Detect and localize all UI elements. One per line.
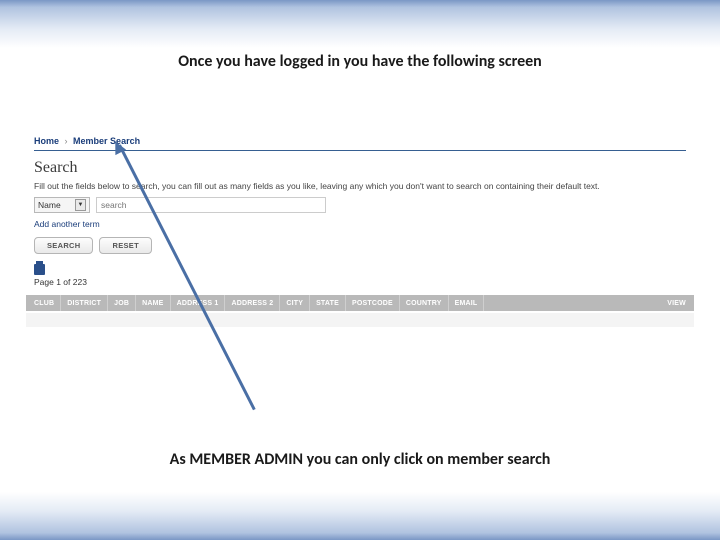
col-state: STATE — [310, 295, 346, 311]
add-another-term-link[interactable]: Add another term — [26, 219, 694, 237]
print-icon[interactable] — [34, 264, 45, 275]
col-name: NAME — [136, 295, 170, 311]
caption-bottom: As MEMBER ADMIN you can only click on me… — [0, 450, 720, 469]
pagination-label: Page 1 of 223 — [26, 277, 694, 295]
search-input[interactable] — [96, 197, 326, 213]
breadcrumb-member-search[interactable]: Member Search — [73, 136, 140, 146]
slide-bottom-gradient — [0, 492, 720, 540]
col-view: VIEW — [661, 295, 688, 311]
screenshot-panel: Home › Member Search Search Fill out the… — [26, 130, 694, 390]
button-row: SEARCH RESET — [26, 237, 694, 264]
col-email: EMAIL — [449, 295, 485, 311]
col-country: COUNTRY — [400, 295, 449, 311]
chevron-down-icon: ▼ — [75, 199, 86, 211]
col-city: CITY — [280, 295, 310, 311]
field-dropdown[interactable]: Name ▼ — [34, 197, 90, 213]
col-job: JOB — [108, 295, 136, 311]
field-dropdown-label: Name — [38, 200, 72, 210]
search-instructions: Fill out the fields below to search, you… — [26, 181, 694, 197]
divider — [34, 150, 686, 151]
table-row — [26, 313, 694, 327]
breadcrumb-home[interactable]: Home — [34, 136, 59, 146]
slide-top-gradient — [0, 0, 720, 48]
col-postcode: POSTCODE — [346, 295, 400, 311]
search-button[interactable]: SEARCH — [34, 237, 93, 254]
breadcrumb-separator: › — [65, 136, 68, 146]
breadcrumb: Home › Member Search — [26, 130, 694, 150]
results-table-header: CLUB DISTRICT JOB NAME ADDRESS 1 ADDRESS… — [26, 295, 694, 311]
col-club: CLUB — [32, 295, 61, 311]
col-address2: ADDRESS 2 — [225, 295, 280, 311]
caption-top: Once you have logged in you have the fol… — [0, 52, 720, 71]
col-district: DISTRICT — [61, 295, 108, 311]
filter-row: Name ▼ — [26, 197, 694, 219]
reset-button[interactable]: RESET — [99, 237, 152, 254]
